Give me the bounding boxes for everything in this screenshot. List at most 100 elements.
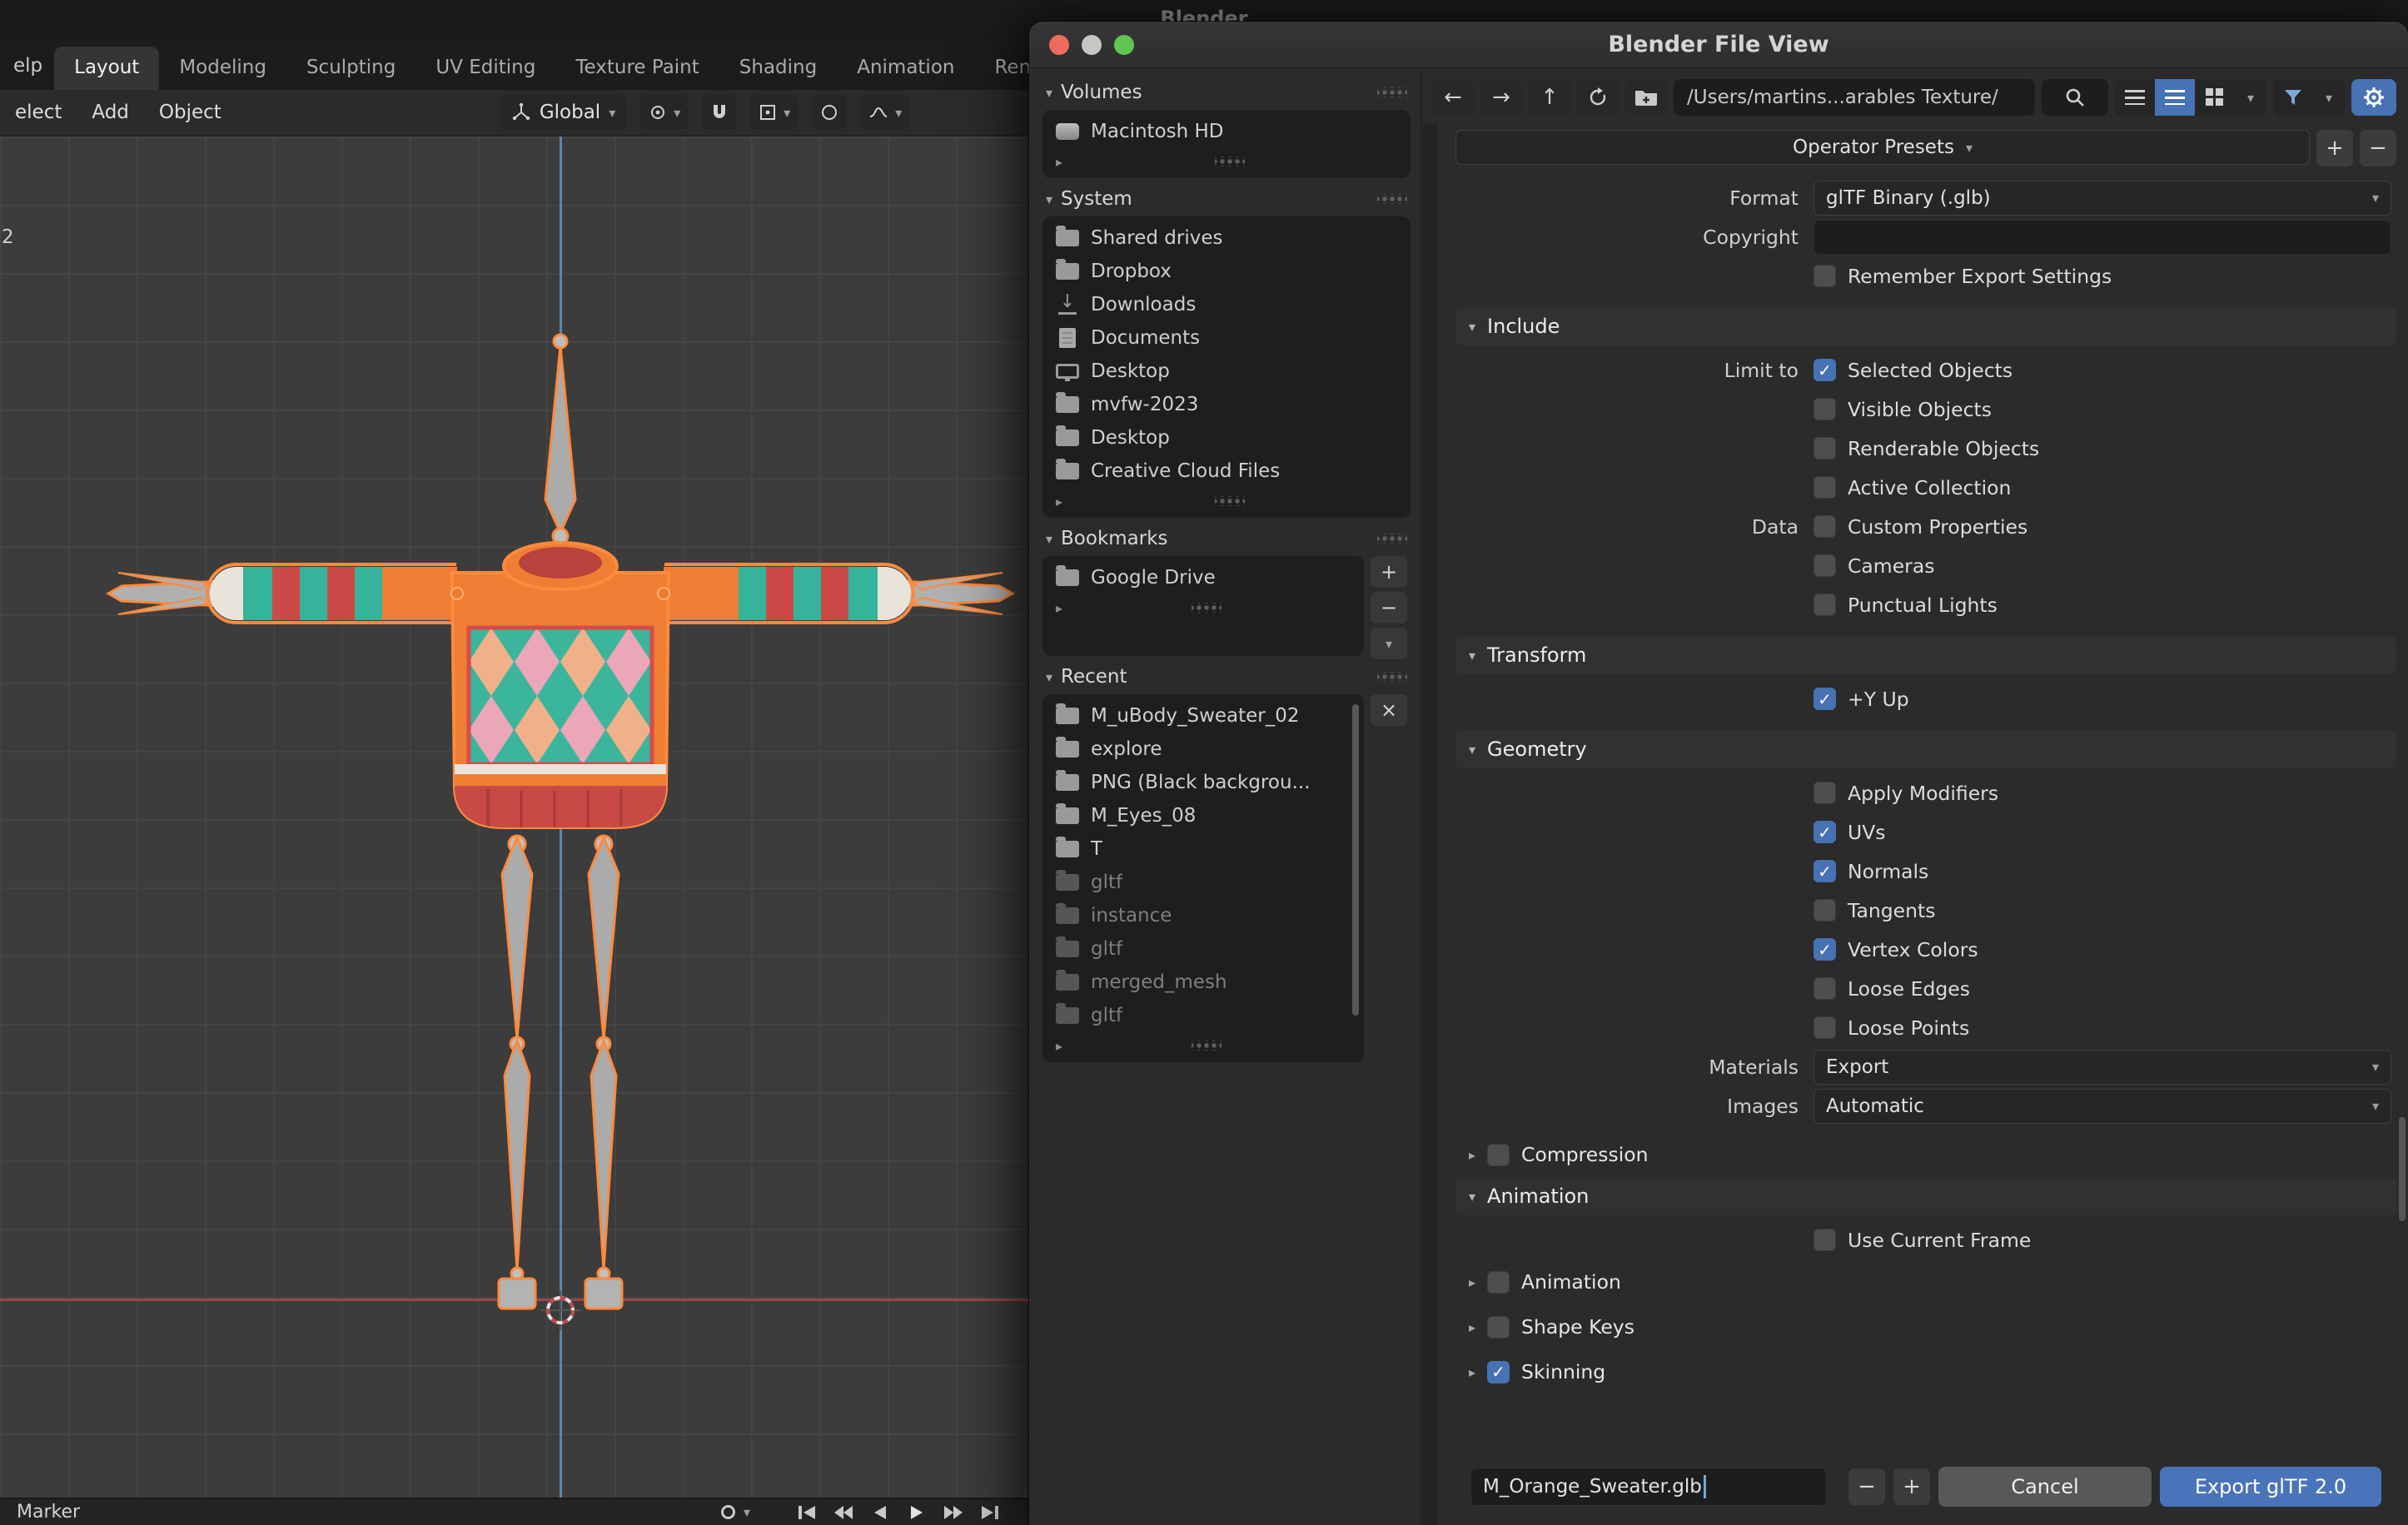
grip-handle[interactable] — [1192, 1041, 1222, 1051]
shape-keys-checkbox[interactable] — [1487, 1315, 1510, 1339]
recent-item[interactable]: T — [1042, 832, 1364, 866]
uvs-checkbox[interactable] — [1813, 821, 1836, 843]
punctual-lights-checkbox[interactable] — [1813, 594, 1836, 616]
recent-item[interactable]: gltf — [1042, 866, 1364, 899]
expand-icon[interactable]: ▸ — [1056, 600, 1062, 616]
sidebar-item-desktop-2[interactable]: Desktop — [1042, 421, 1410, 455]
compression-checkbox[interactable] — [1487, 1143, 1510, 1166]
grip-handle[interactable] — [1377, 194, 1407, 204]
grip-handle[interactable] — [1377, 672, 1407, 682]
proportional-falloff-dropdown[interactable]: ▾ — [860, 95, 911, 130]
next-keyframe-button[interactable] — [939, 1501, 968, 1524]
recent-scrollbar[interactable] — [1352, 704, 1359, 1016]
y-up-checkbox[interactable] — [1813, 688, 1836, 710]
grip-handle[interactable] — [1215, 496, 1246, 506]
grip-handle[interactable] — [1215, 156, 1246, 166]
recent-item[interactable]: merged_mesh — [1042, 966, 1364, 999]
include-section-header[interactable]: ▾ Include — [1455, 307, 2396, 345]
loose-points-checkbox[interactable] — [1813, 1016, 1836, 1039]
clear-recent-button[interactable]: × — [1371, 694, 1407, 726]
recent-item[interactable]: PNG (Black backgrou... — [1042, 766, 1364, 799]
transform-section-header[interactable]: ▾ Transform — [1455, 636, 2396, 674]
parent-directory-button[interactable]: ↑ — [1529, 79, 1570, 116]
renderable-objects-checkbox[interactable] — [1813, 437, 1836, 459]
apply-modifiers-checkbox[interactable] — [1813, 782, 1836, 804]
skinning-checkbox[interactable] — [1487, 1360, 1510, 1383]
search-button[interactable] — [2042, 79, 2108, 116]
display-settings-dropdown[interactable]: ▾ — [2235, 79, 2266, 116]
remove-preset-button[interactable]: − — [2360, 130, 2396, 166]
path-field[interactable]: /Users/martins...arables Texture/ — [1674, 79, 2035, 116]
recent-item[interactable]: gltf — [1042, 932, 1364, 966]
snap-toggle-button[interactable] — [702, 95, 738, 130]
tab-layout[interactable]: Layout — [54, 47, 160, 90]
pivot-point-dropdown[interactable]: ▾ — [640, 95, 689, 130]
menu-add[interactable]: Add — [77, 102, 144, 123]
zoom-window-button[interactable] — [1114, 35, 1134, 55]
recent-item[interactable]: gltf — [1042, 999, 1364, 1032]
cancel-button[interactable]: Cancel — [1938, 1467, 2152, 1507]
expand-icon[interactable]: ▸ — [1056, 494, 1062, 509]
proportional-editing-toggle[interactable] — [812, 95, 848, 130]
play-button[interactable] — [903, 1501, 931, 1524]
filter-options-dropdown[interactable]: ▾ — [2313, 79, 2345, 116]
filter-toggle-button[interactable] — [2273, 79, 2313, 116]
bookmarks-section-header[interactable]: ▾ Bookmarks — [1042, 521, 1410, 556]
expand-icon[interactable]: ▸ — [1056, 1038, 1062, 1054]
snap-target-dropdown[interactable]: ▾ — [750, 95, 799, 130]
active-collection-checkbox[interactable] — [1813, 476, 1836, 499]
animation-section-header[interactable]: ▾ Animation — [1455, 1177, 2396, 1215]
loose-edges-checkbox[interactable] — [1813, 977, 1836, 1000]
recent-item[interactable]: M_Eyes_08 — [1042, 799, 1364, 832]
options-scrollbar[interactable] — [2399, 1117, 2406, 1221]
compression-section-header[interactable]: ▸ Compression — [1455, 1135, 2396, 1174]
menu-help-partial[interactable]: elp — [13, 55, 54, 90]
volumes-section-header[interactable]: ▾ Volumes — [1042, 75, 1410, 110]
grip-handle[interactable] — [1377, 87, 1407, 97]
character-model[interactable] — [83, 318, 1041, 1350]
display-horizontal-list-button[interactable] — [2155, 79, 2195, 116]
sidebar-item-macintosh-hd[interactable]: Macintosh HD — [1042, 115, 1410, 148]
export-gltf-button[interactable]: Export glTF 2.0 — [2160, 1467, 2381, 1507]
remember-export-settings-checkbox[interactable] — [1813, 265, 1836, 287]
add-bookmark-button[interactable]: + — [1371, 556, 1407, 588]
sidebar-item-creative-cloud-files[interactable]: Creative Cloud Files — [1042, 455, 1410, 488]
recent-item[interactable]: instance — [1042, 899, 1364, 932]
display-thumbnails-button[interactable] — [2195, 79, 2235, 116]
materials-dropdown[interactable]: Export ▾ — [1813, 1049, 2391, 1085]
display-vertical-list-button[interactable] — [2115, 79, 2155, 116]
recent-section-header[interactable]: ▾ Recent — [1042, 659, 1410, 694]
refresh-button[interactable] — [1577, 79, 1619, 116]
forward-button[interactable]: → — [1480, 79, 1522, 116]
jump-to-end-button[interactable] — [976, 1501, 1004, 1524]
images-dropdown[interactable]: Automatic ▾ — [1813, 1088, 2391, 1124]
back-button[interactable]: ← — [1432, 79, 1474, 116]
add-preset-button[interactable]: + — [2316, 130, 2353, 166]
menu-select-partial[interactable]: elect — [0, 102, 77, 123]
format-dropdown[interactable]: glTF Binary (.glb) ▾ — [1813, 180, 2391, 216]
sidebar-item-mvfw-2023[interactable]: mvfw-2023 — [1042, 388, 1410, 421]
play-reverse-button[interactable] — [866, 1501, 894, 1524]
operator-presets-dropdown[interactable]: Operator Presets ▾ — [1455, 130, 2310, 165]
selected-objects-checkbox[interactable] — [1813, 359, 1836, 381]
tab-uv-editing[interactable]: UV Editing — [415, 47, 555, 90]
operator-settings-button[interactable] — [2351, 79, 2396, 116]
shape-keys-section-header[interactable]: ▸ Shape Keys — [1455, 1308, 2396, 1346]
transform-orientation-dropdown[interactable]: Global ▾ — [499, 95, 628, 130]
recent-item[interactable]: M_uBody_Sweater_02 — [1042, 699, 1364, 733]
custom-properties-checkbox[interactable] — [1813, 515, 1836, 538]
system-section-header[interactable]: ▾ System — [1042, 181, 1410, 216]
grip-handle[interactable] — [1377, 534, 1407, 544]
bookmark-options-button[interactable]: ▾ — [1371, 628, 1407, 659]
tab-shading[interactable]: Shading — [719, 47, 837, 90]
filename-input[interactable]: M_Orange_Sweater.glb — [1470, 1468, 1827, 1506]
increment-filename-button[interactable]: + — [1893, 1468, 1930, 1505]
auto-keying-button[interactable]: ▾ — [721, 1504, 750, 1520]
minimize-window-button[interactable] — [1082, 35, 1102, 55]
tab-texture-paint[interactable]: Texture Paint — [555, 47, 719, 90]
tab-modeling[interactable]: Modeling — [159, 47, 286, 90]
skinning-section-header[interactable]: ▸ Skinning — [1455, 1353, 2396, 1391]
expand-icon[interactable]: ▸ — [1056, 154, 1062, 170]
previous-keyframe-button[interactable] — [829, 1501, 858, 1524]
menu-object[interactable]: Object — [144, 102, 236, 123]
